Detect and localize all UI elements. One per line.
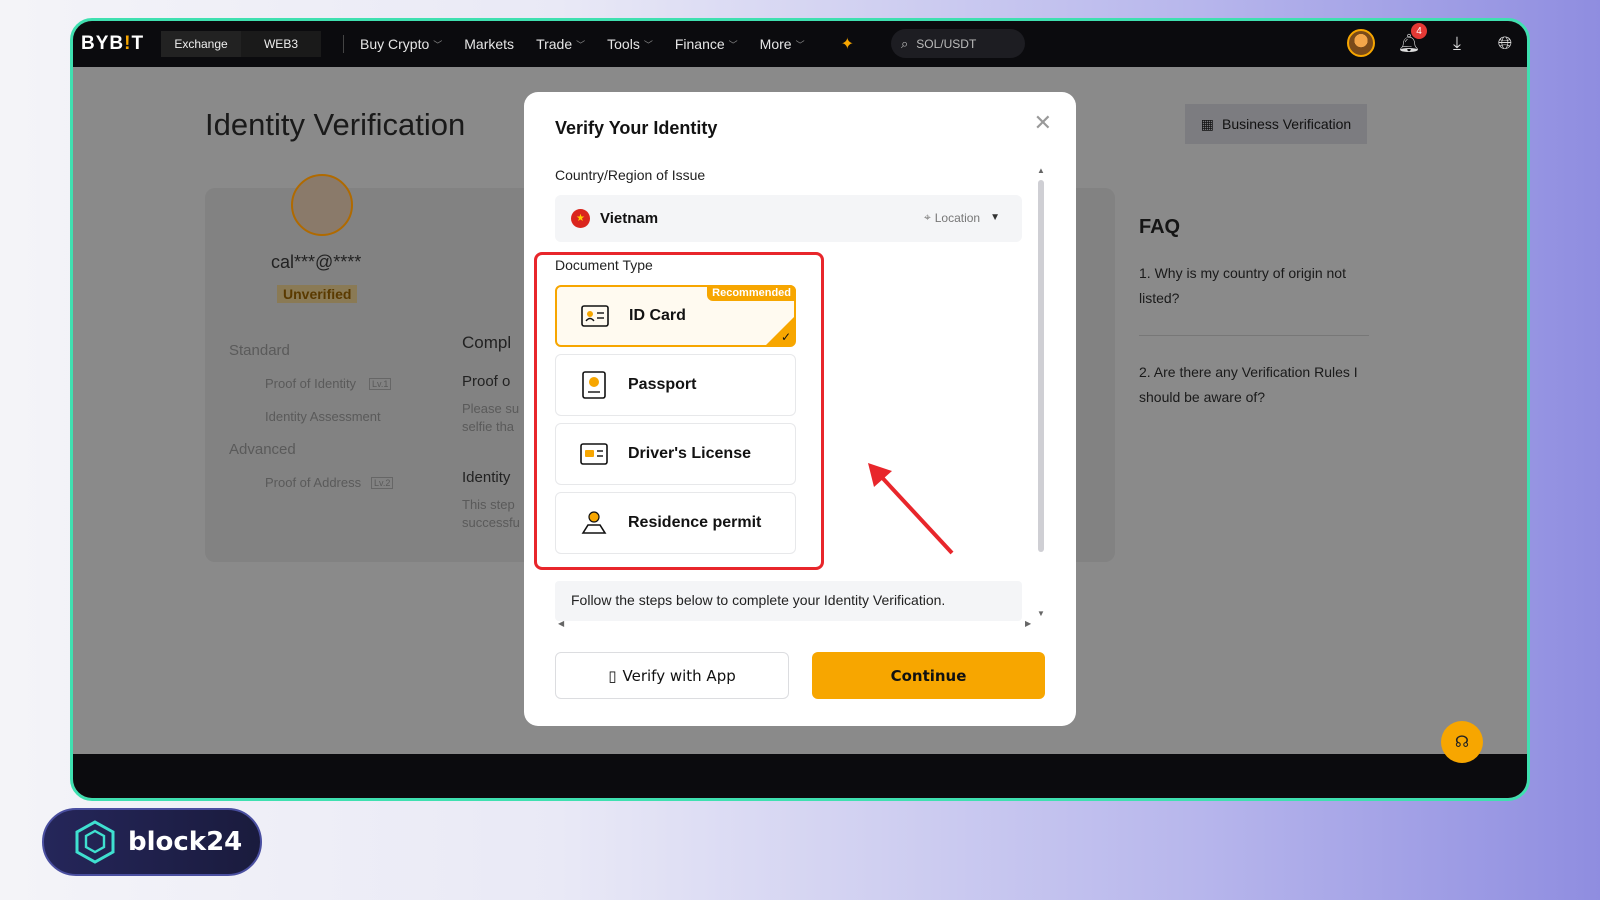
search-icon: ⌕ — [901, 35, 909, 51]
business-verification-button[interactable]: ▦ Business Verification — [1185, 104, 1367, 144]
globe-icon[interactable]: 🌐︎ — [1491, 29, 1519, 57]
document-option-passport[interactable]: Passport — [555, 354, 796, 416]
document-label: Driver's License — [628, 445, 751, 462]
user-avatar-icon[interactable] — [1347, 29, 1375, 57]
faq-item-2[interactable]: 2. Are there any Verification Rules I sh… — [1139, 360, 1369, 410]
identity-desc-1: This step — [462, 497, 515, 512]
status-badge: Unverified — [277, 285, 358, 303]
block24-watermark: block24 — [42, 808, 262, 876]
drivers-license-icon — [580, 440, 608, 468]
building-icon: ▦ — [1200, 115, 1215, 132]
level-item-identity-assessment: Identity Assessment — [265, 409, 381, 424]
vietnam-flag-icon: ★ — [571, 209, 590, 228]
recommended-badge: Recommended — [707, 285, 796, 301]
close-icon[interactable]: ✕ — [1034, 110, 1052, 136]
chevron-down-icon: ﹀ — [576, 39, 586, 50]
proof-desc-1: Please su — [462, 401, 520, 416]
profile-avatar — [291, 174, 353, 236]
identity-heading: Identity — [462, 469, 511, 486]
level-standard: Standard — [229, 342, 290, 359]
id-card-icon — [581, 302, 609, 330]
nav-markets[interactable]: Markets — [464, 36, 514, 52]
passport-icon — [580, 371, 608, 399]
promo-icon[interactable]: ✦ — [841, 34, 854, 54]
top-navigation: BYB!T Exchange WEB3 Buy Crypto ﹀ Markets … — [73, 21, 1527, 67]
red-arrow-annotation — [868, 463, 954, 555]
block24-wordmark: block24 — [128, 827, 243, 857]
search-bar[interactable]: ⌕ SOL/USDT — [891, 29, 1025, 58]
scroll-right-arrow[interactable]: ▶ — [1025, 619, 1031, 628]
search-placeholder: SOL/USDT — [916, 36, 977, 51]
document-label: ID Card — [629, 307, 686, 324]
nav-divider — [343, 35, 344, 53]
level-advanced: Advanced — [229, 441, 296, 458]
location-pin-icon: ⌖ — [923, 210, 931, 224]
badge-lv1: Lv.1 — [369, 378, 392, 390]
chevron-down-icon: ﹀ — [728, 39, 738, 50]
residence-permit-icon — [580, 509, 608, 537]
document-option-residence-permit[interactable]: Residence permit — [555, 492, 796, 554]
continue-button[interactable]: Continue — [812, 652, 1045, 699]
level-item-proof-of-identity: Proof of Identity — [265, 376, 357, 391]
scroll-left-arrow[interactable]: ◀ — [558, 619, 564, 628]
info-message: Follow the steps below to complete your … — [555, 581, 1022, 621]
nav-more[interactable]: More ﹀ — [760, 36, 805, 52]
tab-web3[interactable]: WEB3 — [241, 31, 321, 57]
location-picker[interactable]: ⌖ Location ▼ — [924, 210, 1000, 225]
proof-desc-2: selfie tha — [462, 419, 515, 434]
document-option-id-card[interactable]: ID Card Recommended ✓ — [555, 285, 796, 347]
document-type-label: Document Type — [555, 257, 653, 273]
verify-with-app-button[interactable]: ▯ Verify with App — [555, 652, 789, 699]
page-title: Identity Verification — [205, 107, 466, 142]
nav-buy-crypto[interactable]: Buy Crypto ﹀ — [360, 36, 442, 52]
footer-bar — [73, 754, 1527, 798]
proof-heading: Proof o — [462, 373, 511, 390]
section-heading: Compl — [462, 333, 512, 352]
phone-icon: ▯ — [608, 666, 617, 685]
faq-divider — [1139, 335, 1369, 336]
caret-down-icon: ▼ — [990, 212, 1000, 223]
vertical-scrollbar[interactable] — [1038, 180, 1044, 552]
block24-logo-icon — [75, 820, 115, 864]
nav-icons: 🔔︎ 4 ⤓ 🌐︎ — [1347, 23, 1519, 57]
checkmark-icon: ✓ — [780, 330, 791, 344]
country-select[interactable]: ★ Vietnam ⌖ Location ▼ — [555, 195, 1022, 242]
country-value: Vietnam — [600, 210, 659, 227]
bell-icon[interactable]: 🔔︎ 4 — [1395, 23, 1427, 57]
download-icon[interactable]: ⤓ — [1443, 29, 1471, 57]
scroll-up-arrow[interactable]: ▲ — [1037, 166, 1045, 175]
identity-desc-2: successfu — [462, 515, 520, 530]
nav-trade[interactable]: Trade ﹀ — [536, 36, 585, 52]
level-item-proof-of-address: Proof of Address — [265, 475, 362, 490]
notification-badge: 4 — [1411, 23, 1427, 39]
chevron-down-icon: ﹀ — [795, 39, 805, 50]
chevron-down-icon: ﹀ — [643, 39, 653, 50]
verify-identity-modal: Verify Your Identity ✕ Country/Region of… — [524, 92, 1076, 726]
nav-tools[interactable]: Tools ﹀ — [607, 36, 653, 52]
document-label: Residence permit — [628, 514, 762, 531]
tab-exchange[interactable]: Exchange — [161, 31, 241, 57]
scroll-down-arrow[interactable]: ▼ — [1037, 609, 1045, 618]
faq-item-1[interactable]: 1. Why is my country of origin not liste… — [1139, 261, 1369, 311]
badge-lv2: Lv.2 — [371, 477, 394, 489]
document-option-drivers-license[interactable]: Driver's License — [555, 423, 796, 485]
chevron-down-icon: ﹀ — [433, 39, 443, 50]
country-label: Country/Region of Issue — [555, 167, 706, 183]
modal-title: Verify Your Identity — [555, 118, 718, 138]
bybit-logo[interactable]: BYB!T — [81, 33, 153, 55]
document-label: Passport — [628, 376, 697, 393]
nav-finance[interactable]: Finance ﹀ — [675, 36, 738, 52]
username: cal***@**** — [271, 252, 362, 272]
headset-icon[interactable]: ☊ — [1441, 721, 1483, 763]
faq-title: FAQ — [1139, 216, 1181, 238]
